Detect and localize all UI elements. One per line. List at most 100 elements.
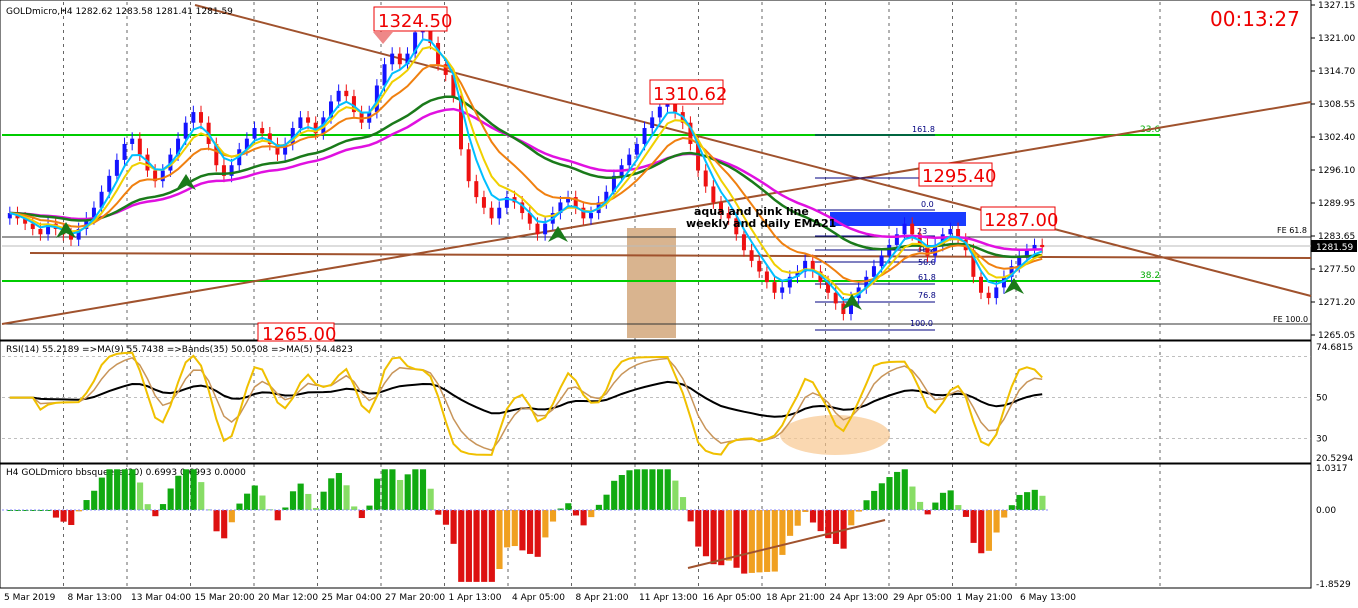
candle-body xyxy=(642,128,647,144)
squeeze-bar xyxy=(733,510,740,568)
squeeze-bar xyxy=(970,510,977,543)
svg-text:1265.00: 1265.00 xyxy=(262,324,336,345)
squeeze-bar xyxy=(779,510,786,555)
squeeze-bar xyxy=(756,510,763,573)
candle-body xyxy=(543,223,548,235)
squeeze-bar xyxy=(198,482,205,510)
squeeze-bar xyxy=(764,510,771,572)
time-tick-label: 16 Apr 05:00 xyxy=(703,593,762,603)
price-tick-label: 1277.50 xyxy=(1318,265,1355,275)
squeeze-bar xyxy=(978,510,985,554)
squeeze-bar xyxy=(748,510,755,573)
candle-body xyxy=(902,223,907,235)
current-price-tag: 1281.59 xyxy=(1311,240,1357,253)
candle-body xyxy=(979,276,983,293)
squeeze-bar xyxy=(710,510,717,565)
mt4-chart-window[interactable]: 23.6 38.2 161.8 127 0.0 23 38.2 50.0 61.… xyxy=(0,0,1358,608)
squeeze-bar xyxy=(657,469,664,510)
squeeze-bar xyxy=(121,469,128,510)
squeeze-bar xyxy=(328,478,335,510)
time-tick-label: 25 Mar 04:00 xyxy=(322,593,382,603)
time-tick-label: 8 Mar 13:00 xyxy=(68,593,123,603)
candle-body xyxy=(764,271,769,283)
svg-text:1295.40: 1295.40 xyxy=(922,166,996,187)
squeeze-bar xyxy=(106,469,113,510)
squeeze-bar xyxy=(649,469,656,510)
squeeze-axis-label: -1.8529 xyxy=(1316,580,1351,590)
candle-body xyxy=(703,170,708,187)
time-tick-label: 27 Mar 20:00 xyxy=(385,593,445,603)
candle-body xyxy=(650,117,655,129)
candle-body xyxy=(497,207,502,219)
squeeze-bar xyxy=(366,505,373,510)
candle-body xyxy=(38,228,43,235)
squeeze-bar xyxy=(985,510,992,551)
squeeze-bar xyxy=(305,493,312,510)
time-tick-label: 20 Mar 12:00 xyxy=(258,593,318,603)
squeeze-bar xyxy=(832,510,840,544)
squeeze-bar xyxy=(137,482,144,510)
candle-body xyxy=(757,260,762,272)
squeeze-bar xyxy=(626,470,633,510)
candle-body xyxy=(879,255,884,267)
price-tick-label: 1321.00 xyxy=(1318,34,1355,44)
squeeze-bar xyxy=(863,500,870,510)
candle-body xyxy=(948,228,953,235)
squeeze-bar xyxy=(611,480,618,510)
squeeze-bar xyxy=(374,478,381,510)
time-axis: 5 Mar 2019 8 Mar 13:00 13 Mar 04:00 15 Mar … xyxy=(4,593,1076,603)
squeeze-bar xyxy=(419,469,427,510)
squeeze-bar xyxy=(259,495,266,510)
svg-text:1287.00: 1287.00 xyxy=(984,210,1058,231)
squeeze-bar xyxy=(932,502,939,510)
squeeze-bar xyxy=(634,469,641,510)
squeeze-bar xyxy=(274,510,281,521)
squeeze-bar xyxy=(725,510,732,561)
candle-body xyxy=(160,170,165,182)
candle-body xyxy=(191,112,196,123)
squeeze-bar xyxy=(603,494,610,510)
time-tick-label: 1 May 21:00 xyxy=(957,593,1013,603)
fib-label-768: 76.8 xyxy=(918,291,936,300)
svg-text:1281.59: 1281.59 xyxy=(1316,243,1353,253)
candle-body xyxy=(336,90,341,102)
rsi-axis-label: 74.6815 xyxy=(1316,343,1353,353)
squeeze-bar xyxy=(718,510,725,566)
price-tick-label: 1308.55 xyxy=(1318,100,1355,110)
squeeze-bar xyxy=(167,488,174,510)
squeeze-bar xyxy=(251,485,258,510)
fib-label-618: 61.8 xyxy=(918,273,936,282)
squeeze-bar xyxy=(687,510,694,522)
squeeze-bar xyxy=(91,490,98,510)
squeeze-axis-label: 0.00 xyxy=(1316,506,1336,516)
price-tick-label: 1314.70 xyxy=(1318,67,1355,77)
candle-body xyxy=(199,112,203,123)
squeeze-bar xyxy=(343,485,350,510)
squeeze-bar xyxy=(848,510,855,526)
candle-body xyxy=(130,138,135,144)
squeeze-bar xyxy=(542,510,549,538)
squeeze-bar xyxy=(175,475,182,510)
squeeze-bar xyxy=(427,488,434,510)
time-tick-label: 8 Apr 21:00 xyxy=(576,593,629,603)
squeeze-bar xyxy=(335,473,342,510)
squeeze-bar xyxy=(595,504,602,510)
time-tick-label: 1 Apr 13:00 xyxy=(449,593,502,603)
price-label-1287: 1287.00 xyxy=(980,206,1058,231)
candle-timer: 00:13:27 xyxy=(1210,7,1300,31)
squeeze-bar xyxy=(588,510,595,518)
squeeze-bar xyxy=(358,510,365,519)
rsi-axis-label: 30 xyxy=(1316,435,1328,445)
squeeze-bar xyxy=(182,469,190,510)
candle-body xyxy=(749,250,754,261)
fib-label-0: 0.0 xyxy=(921,200,934,209)
candle-body xyxy=(298,117,303,129)
candle-body xyxy=(1040,244,1045,248)
candle-body xyxy=(772,282,777,293)
squeeze-bar xyxy=(381,469,388,510)
price-tick-label: 1265.05 xyxy=(1318,331,1355,341)
fib-label-100: 100.0 xyxy=(910,319,933,328)
squeeze-bar xyxy=(679,497,687,510)
price-label-1310: 1310.62 xyxy=(649,79,727,105)
squeeze-bar xyxy=(488,510,495,582)
